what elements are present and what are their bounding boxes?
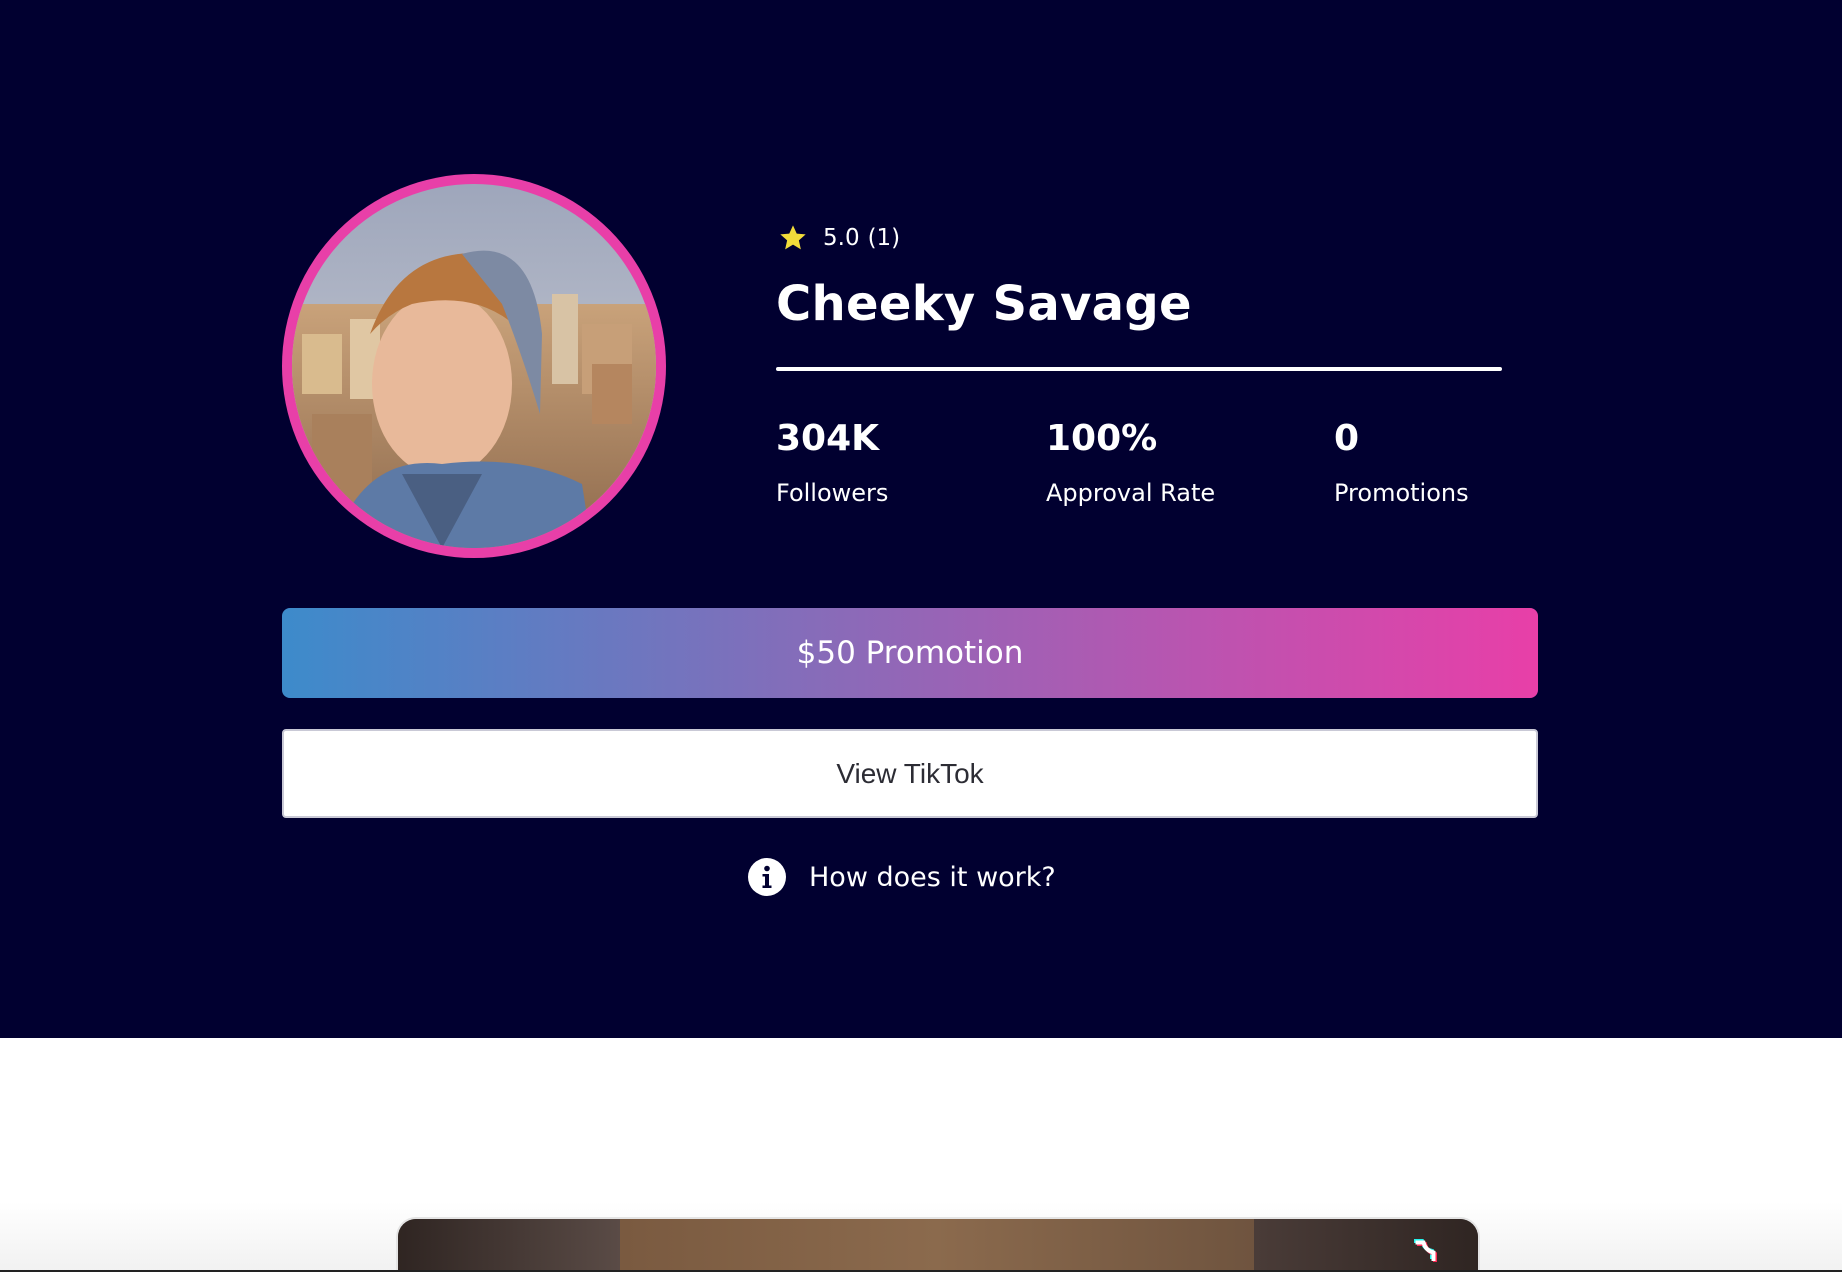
avatar-photo	[292, 184, 656, 548]
rating-text: 5.0 (1)	[823, 225, 900, 251]
stat-label: Approval Rate	[1046, 479, 1216, 507]
stat-approval-rate: 100% Approval Rate	[1046, 414, 1215, 510]
video-blur-left	[398, 1219, 620, 1272]
rating-count: (1)	[867, 225, 901, 251]
rating-value: 5.0	[823, 225, 860, 251]
how-it-works-link[interactable]: How does it work?	[747, 856, 1056, 898]
stat-promotions: 0 Promotions	[1334, 414, 1469, 510]
profile-name: Cheeky Savage	[776, 276, 1192, 332]
avatar	[282, 174, 666, 558]
video-blur-right	[1254, 1219, 1478, 1272]
avatar-image	[292, 184, 656, 548]
stat-value: 0	[1334, 418, 1360, 459]
promotion-button[interactable]: $50 Promotion	[282, 608, 1538, 698]
divider	[776, 367, 1502, 371]
star-icon	[780, 225, 806, 250]
rating: 5.0 (1)	[777, 218, 900, 258]
info-icon	[748, 858, 786, 896]
view-tiktok-button[interactable]: View TikTok	[282, 729, 1538, 818]
video-thumbnail	[620, 1219, 1254, 1272]
stat-label: Followers	[776, 479, 889, 507]
tiktok-icon	[1414, 1239, 1437, 1262]
stat-followers: 304K Followers	[776, 414, 888, 510]
stat-value: 100%	[1046, 418, 1158, 459]
profile-hero: 5.0 (1) Cheeky Savage 304K Followers 100…	[0, 0, 1842, 1038]
tiktok-video-card[interactable]	[398, 1219, 1478, 1272]
how-it-works-label: How does it work?	[809, 861, 1056, 893]
stat-label: Promotions	[1334, 479, 1469, 507]
stat-value: 304K	[776, 418, 880, 459]
